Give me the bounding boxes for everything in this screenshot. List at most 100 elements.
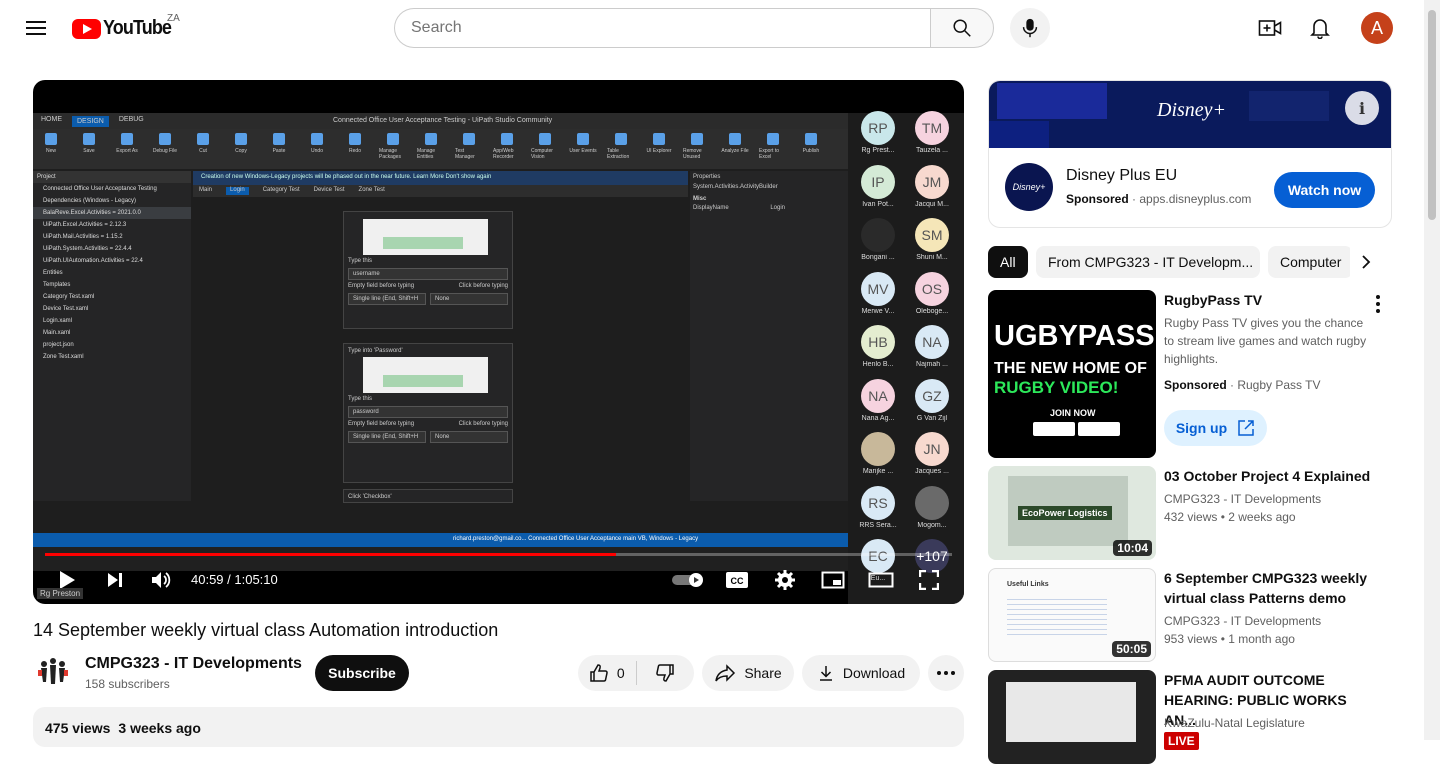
play-icon — [60, 571, 75, 589]
rec-channel[interactable]: KwaZulu-Natal Legislature — [1164, 714, 1305, 732]
participant-tile: OS Olebogе... — [906, 271, 958, 315]
thumbs-down-icon — [656, 664, 674, 682]
disney-plus-logo: Disney+ — [1157, 99, 1227, 121]
recommended-video[interactable]: Useful Links 50:05 6 September CMPG323 w… — [988, 568, 1392, 662]
autoplay-toggle-icon — [672, 573, 703, 587]
chips-next-button[interactable] — [1350, 246, 1382, 278]
search-input[interactable] — [394, 8, 930, 48]
sponsored-label: Sponsored — [1066, 192, 1129, 206]
project-tree-item: Dependencies (Windows - Legacy) — [43, 198, 137, 204]
video-camera-plus-icon — [1258, 20, 1282, 36]
rec-title[interactable]: 03 October Project 4 Explained — [1164, 466, 1374, 486]
video-player[interactable]: HOME DESIGN DEBUG Connected Office User … — [33, 80, 964, 604]
rugbypass-thumbnail[interactable]: UGBYPASS T THE NEW HOME OF RUGBY VIDEO! … — [988, 290, 1156, 458]
video-thumbnail[interactable]: Useful Links 50:05 — [988, 568, 1156, 662]
shared-screen: HOME DESIGN DEBUG Connected Office User … — [33, 111, 964, 604]
activity-label: Type this — [348, 396, 373, 402]
download-button[interactable]: Download — [802, 655, 920, 691]
ribbon-label: Manage Entities — [417, 148, 436, 160]
participant-name: RRS Sera... — [859, 521, 897, 529]
more-actions-button[interactable] — [928, 655, 964, 691]
dislike-button[interactable] — [637, 655, 695, 691]
youtube-logo[interactable]: YouTube — [72, 17, 179, 40]
thumb-title: Useful Links — [1007, 581, 1049, 588]
recommended-video[interactable]: EcoPower Logistics 10:04 03 October Proj… — [988, 466, 1392, 560]
rec-channel[interactable]: CMPG323 - IT Developments — [1164, 490, 1321, 508]
miniplayer-icon — [821, 571, 845, 589]
ribbon-icon — [235, 133, 247, 145]
info-icon: i — [1358, 98, 1366, 118]
rec-menu-button[interactable] — [1370, 294, 1386, 314]
presenter-name-tag: Rg Preston — [37, 588, 84, 599]
fullscreen-button[interactable] — [915, 568, 943, 592]
ribbon-icon — [387, 133, 399, 145]
rec-title[interactable]: 6 September CMPG323 weekly virtual class… — [1164, 568, 1374, 608]
create-button[interactable] — [1255, 13, 1285, 43]
miniplayer-button[interactable] — [819, 568, 847, 592]
next-button[interactable] — [101, 568, 129, 592]
recommended-live-video[interactable]: PFMA AUDIT OUTCOME HEARING: PUBLIC WORKS… — [988, 670, 1392, 764]
participant-name: Henlo B... — [862, 361, 894, 368]
thumb-line-1: UGBYPASS T — [994, 320, 1156, 352]
voice-search-button[interactable] — [1010, 8, 1050, 48]
account-avatar[interactable]: A — [1361, 12, 1393, 44]
video-title: 14 September weekly virtual class Automa… — [33, 620, 499, 640]
subscribe-button[interactable]: Subscribe — [315, 655, 409, 691]
notifications-button[interactable] — [1305, 13, 1335, 43]
ribbon-button: Export to Excel — [759, 133, 787, 165]
video-thumbnail[interactable] — [988, 670, 1156, 764]
search-button[interactable] — [930, 8, 994, 48]
video-thumbnail[interactable]: EcoPower Logistics 10:04 — [988, 466, 1156, 560]
progress-bar[interactable] — [45, 553, 952, 556]
captions-button[interactable]: CC — [723, 568, 751, 592]
share-button[interactable]: Share — [702, 655, 794, 691]
sponsored-recommendation[interactable]: UGBYPASS T THE NEW HOME OF RUGBY VIDEO! … — [988, 290, 1392, 460]
settings-button[interactable] — [771, 568, 799, 592]
download-label: Download — [842, 665, 906, 681]
project-tree-item: Category Test.xaml — [43, 294, 95, 300]
more-horizontal-icon — [937, 671, 955, 675]
ribbon-icon — [539, 133, 551, 145]
ad-banner[interactable]: Disney+ i — [989, 81, 1391, 148]
properties-misc: Misc — [693, 196, 707, 202]
scroll-thumb[interactable] — [1428, 10, 1436, 220]
ribbon-icon — [197, 133, 209, 145]
ribbon-button: UI Explorer — [645, 133, 673, 165]
progress-played — [45, 553, 616, 556]
properties-key: DisplayName — [693, 205, 729, 211]
chip-from-channel[interactable]: From CMPG323 - IT Developm... — [1036, 246, 1260, 278]
rec-advertiser: Rugby Pass TV — [1237, 378, 1321, 392]
chip-all[interactable]: All — [988, 246, 1028, 278]
channel-name[interactable]: CMPG323 - IT Developments — [85, 655, 302, 673]
chevron-right-icon — [1362, 255, 1371, 269]
activity-empty-label: Empty field before typing — [348, 421, 415, 427]
sponsored-ad-card[interactable]: Disney+ i Disney+ Disney Plus EU Sponsor… — [988, 80, 1392, 228]
theater-mode-button[interactable] — [867, 568, 895, 592]
ribbon-label: Redo — [349, 148, 361, 154]
page-scrollbar[interactable] — [1424, 0, 1440, 740]
chip-computer[interactable]: Computer — [1268, 246, 1354, 278]
ribbon-icon — [159, 133, 171, 145]
participant-name: Nana Ag... — [861, 414, 895, 422]
participant-name: Jacqui M... — [915, 200, 949, 208]
watch-now-button[interactable]: Watch now — [1274, 172, 1375, 208]
project-tree-item: UiPath.Mail.Activities = 1.15.2 — [43, 234, 123, 240]
activity-opt1: Single line (End, Shift+H — [348, 431, 426, 443]
rec-description: Rugby Pass TV gives you the chance to st… — [1164, 316, 1367, 366]
volume-icon — [152, 572, 171, 588]
like-button[interactable]: 0 — [578, 655, 636, 691]
rec-title[interactable]: RugbyPass TV — [1164, 290, 1374, 310]
description-box[interactable]: 475 views 3 weeks ago — [33, 707, 964, 747]
project-tree-item: Templates — [43, 282, 71, 288]
autoplay-toggle[interactable] — [670, 568, 706, 592]
mute-button[interactable] — [147, 568, 175, 592]
guide-menu-button[interactable] — [24, 16, 48, 40]
ribbon-label: Undo — [311, 148, 323, 154]
external-link-icon — [1238, 420, 1254, 436]
sign-up-button[interactable]: Sign up — [1164, 410, 1267, 446]
ad-info-button[interactable]: i — [1345, 91, 1379, 125]
ribbon-button: Save — [75, 133, 103, 165]
rec-channel[interactable]: CMPG323 - IT Developments — [1164, 612, 1321, 630]
channel-avatar[interactable] — [33, 652, 73, 692]
ribbon-label: Publish — [802, 148, 820, 154]
